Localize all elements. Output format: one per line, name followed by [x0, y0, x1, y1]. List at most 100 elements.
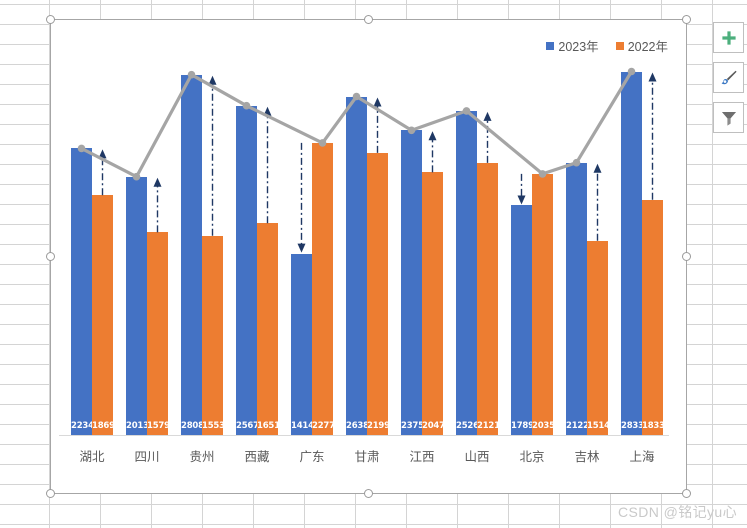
bar-2022年-吉林[interactable]: 1514: [587, 240, 610, 435]
chart-elements-button[interactable]: [713, 22, 744, 53]
difference-arrow-湖北[interactable]: [98, 149, 107, 196]
arrow-head-icon: [297, 243, 306, 253]
legend-swatch-icon: [546, 41, 555, 50]
legend-label: 2023年: [558, 40, 599, 54]
arrow-head-icon: [517, 195, 526, 205]
data-label: 2121: [477, 421, 500, 431]
bar-2023年-贵州[interactable]: 2808: [181, 74, 204, 435]
data-label: 1514: [587, 421, 610, 431]
bar-2022年-西藏[interactable]: 1651: [257, 223, 280, 435]
bar-2022年-甘肃[interactable]: 2199: [367, 152, 390, 435]
legend-label: 2022年: [627, 40, 668, 54]
bar-2023年-湖北[interactable]: 2234: [71, 148, 94, 435]
data-label: 2122: [566, 421, 589, 431]
data-label: 1651: [257, 421, 280, 431]
data-label: 1789: [511, 421, 534, 431]
data-label: 2638: [346, 421, 369, 431]
category-label-吉林: 吉林: [574, 450, 600, 464]
plot-area[interactable]: 2234 2013 2808 2567 1414 2638 2375 2526 1789 2122…: [51, 20, 688, 495]
bar-2022年-上海[interactable]: 1833: [642, 199, 665, 435]
resize-handle-middle-left[interactable]: [46, 251, 55, 261]
resize-handle-top-center[interactable]: [363, 15, 373, 24]
legend-swatch-icon: [615, 41, 624, 50]
difference-arrow-上海[interactable]: [648, 72, 657, 200]
arrow-head-icon: [263, 106, 272, 116]
chart-object[interactable]: 2023年 2022年 2234 2013 2808 2567 1414 2638 2375 2…: [46, 15, 691, 498]
chart-legend[interactable]: 2023年 2022年: [546, 36, 668, 55]
bar-2023年-江西[interactable]: 2375: [401, 130, 424, 435]
data-label: 2013: [126, 421, 149, 431]
resize-handle-top-right[interactable]: [682, 15, 691, 24]
arrow-head-icon: [483, 111, 492, 121]
bar-2023年-吉林[interactable]: 2122: [566, 162, 589, 435]
category-label-甘肃: 甘肃: [354, 450, 380, 464]
arrow-head-icon: [428, 131, 437, 141]
bar-2022年-山西[interactable]: 2121: [477, 162, 500, 435]
bar-2022年-广东[interactable]: 2277: [312, 142, 335, 435]
chart-styles-button[interactable]: [713, 62, 744, 93]
category-label-山西: 山西: [464, 450, 490, 464]
bar-2022年-四川[interactable]: 1579: [147, 232, 170, 435]
data-label: 2277: [312, 421, 335, 431]
bar-2023年-山西[interactable]: 2526: [456, 110, 479, 435]
difference-arrow-北京[interactable]: [517, 173, 526, 205]
arrow-head-icon: [593, 163, 602, 173]
bar-2023年-四川[interactable]: 2013: [126, 176, 149, 435]
bar-2023年-北京[interactable]: 1789: [511, 205, 534, 435]
bar-2023年-甘肃[interactable]: 2638: [346, 96, 369, 435]
bar-2022年-北京[interactable]: 2035: [532, 173, 555, 435]
data-label: 1869: [92, 421, 115, 431]
data-label: 1414: [291, 421, 314, 431]
bar-2022年-湖北[interactable]: 1869: [92, 195, 115, 435]
legend-item-2[interactable]: 2022年: [615, 36, 668, 55]
resize-handle-bottom-left[interactable]: [46, 489, 55, 498]
data-label: 2035: [532, 421, 555, 431]
chart-filters-button[interactable]: [713, 102, 744, 133]
arrow-head-icon: [648, 72, 657, 82]
category-label-西藏: 西藏: [244, 450, 270, 464]
bar-2023年-上海[interactable]: 2833: [621, 71, 644, 435]
resize-handle-bottom-right[interactable]: [682, 489, 691, 498]
difference-arrow-江西[interactable]: [428, 131, 437, 173]
plus-icon: [721, 30, 736, 45]
category-label-上海: 上海: [629, 450, 655, 464]
difference-arrow-山西[interactable]: [483, 111, 492, 163]
category-label-四川: 四川: [134, 450, 160, 464]
category-label-湖北: 湖北: [79, 450, 105, 464]
bar-2023年-广东[interactable]: 1414: [291, 253, 314, 435]
data-label: 1579: [147, 421, 170, 431]
resize-handle-middle-right[interactable]: [682, 251, 691, 261]
resize-handle-bottom-center[interactable]: [363, 489, 373, 498]
difference-arrow-甘肃[interactable]: [373, 97, 382, 153]
arrow-head-icon: [208, 75, 217, 85]
data-label: 2526: [456, 421, 479, 431]
bar-2023年-西藏[interactable]: 2567: [236, 105, 259, 435]
funnel-icon: [721, 111, 736, 126]
bar-2022年-江西[interactable]: 2047: [422, 172, 445, 435]
difference-arrow-西藏[interactable]: [263, 106, 272, 224]
data-label: 2199: [367, 421, 390, 431]
data-label: 1553: [202, 421, 225, 431]
category-label-广东: 广东: [299, 450, 325, 464]
data-label: 2234: [71, 421, 94, 431]
arrow-head-icon: [373, 97, 382, 107]
legend-item-1[interactable]: 2023年: [546, 36, 599, 55]
difference-arrow-贵州[interactable]: [208, 75, 217, 236]
watermark-text: CSDN @铭记yu心: [618, 504, 737, 520]
difference-arrow-四川[interactable]: [153, 177, 162, 233]
data-label: 2047: [422, 421, 445, 431]
chart-side-buttons[interactable]: [713, 22, 745, 142]
category-label-江西: 江西: [409, 450, 435, 464]
data-label: 2375: [401, 421, 424, 431]
difference-arrow-广东[interactable]: [297, 142, 306, 253]
resize-handle-top-left[interactable]: [46, 15, 55, 24]
data-label: 1833: [642, 421, 665, 431]
category-axis-line: [59, 435, 669, 436]
bar-2022年-贵州[interactable]: 1553: [202, 235, 225, 435]
data-label: 2567: [236, 421, 259, 431]
arrow-head-icon: [153, 177, 162, 187]
data-label: 2808: [181, 421, 204, 431]
category-label-北京: 北京: [519, 450, 545, 464]
difference-arrow-吉林[interactable]: [593, 163, 602, 241]
paintbrush-icon: [721, 70, 737, 84]
